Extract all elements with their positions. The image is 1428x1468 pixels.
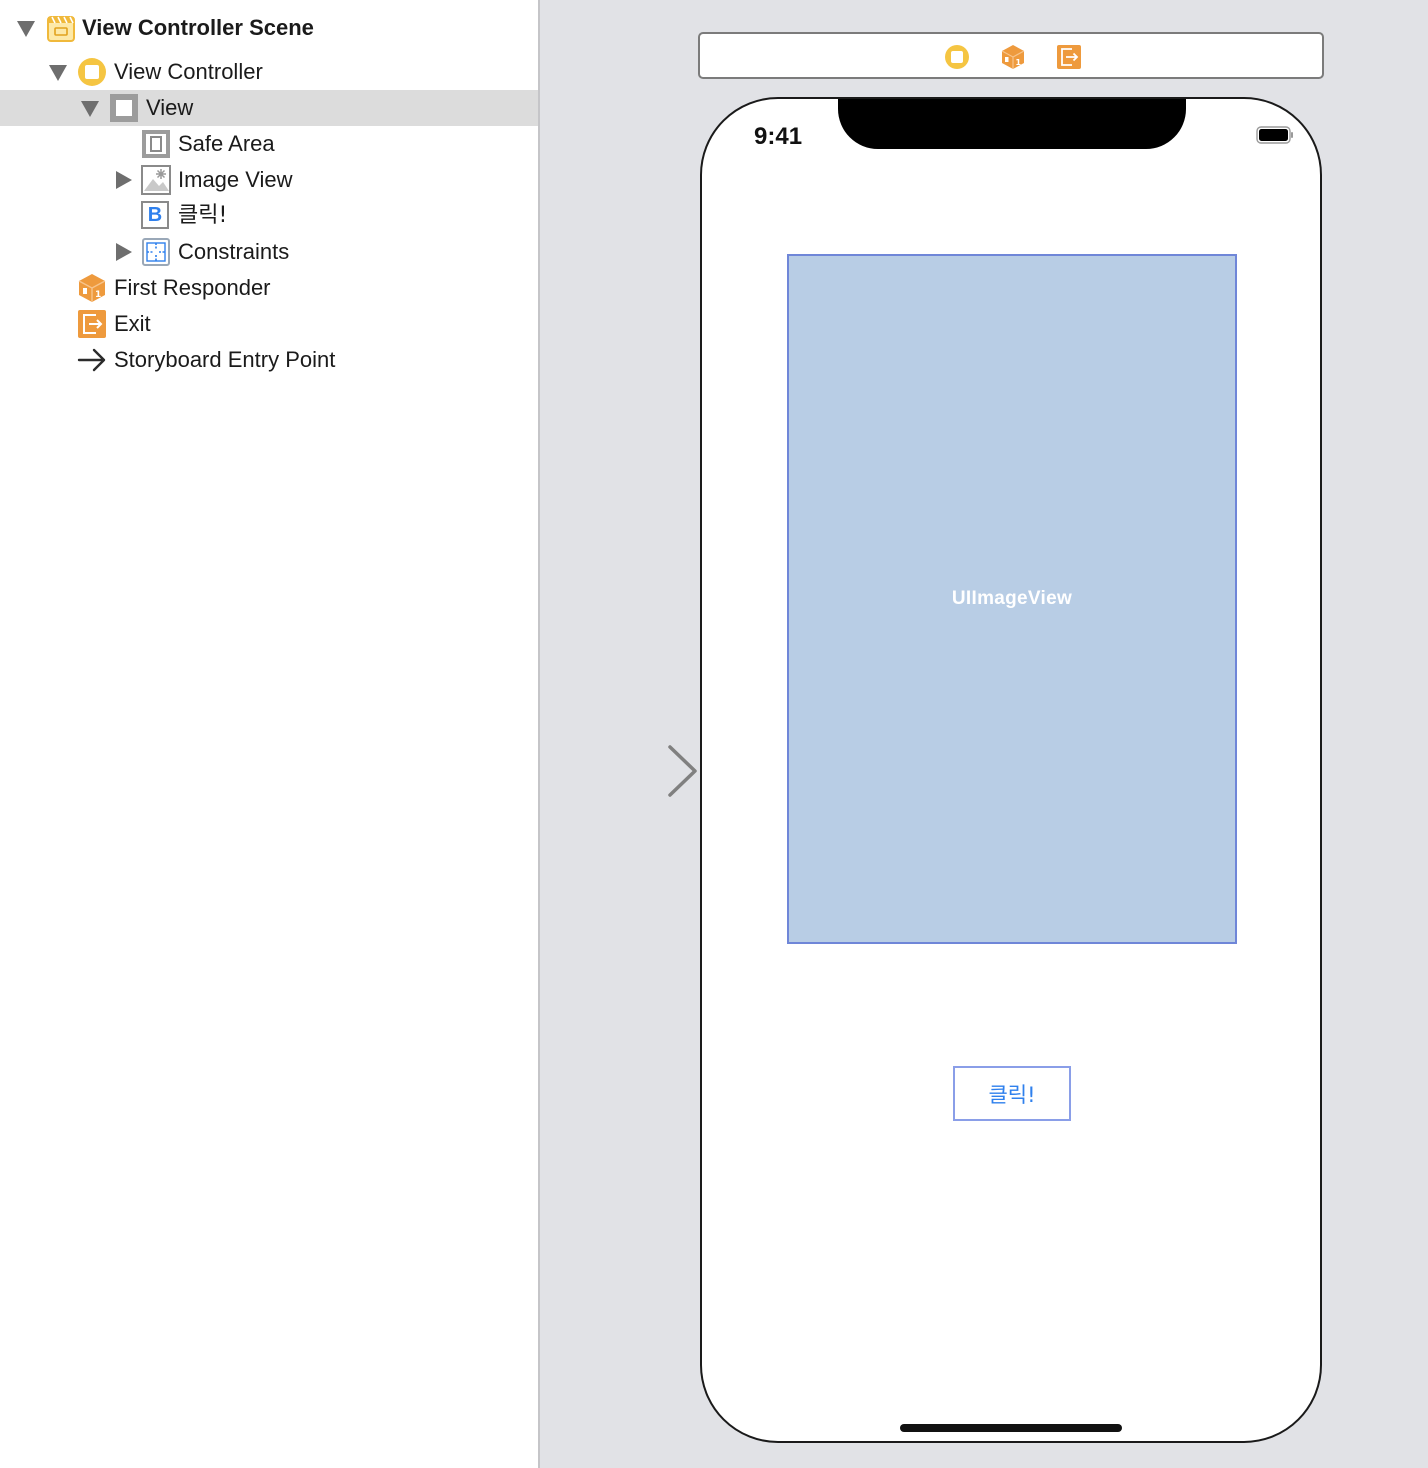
iphone-device-frame[interactable]: 9:41 UIImageView 클릭! xyxy=(700,97,1322,1443)
constraints-icon xyxy=(142,238,170,266)
scene-icon xyxy=(47,16,75,42)
outline-item-view[interactable]: View xyxy=(0,90,538,126)
outline-item-view-controller[interactable]: View Controller xyxy=(0,54,538,90)
outline-item-exit[interactable]: Exit xyxy=(0,306,538,342)
svg-text:1: 1 xyxy=(95,290,101,300)
outline-item-label: View Controller Scene xyxy=(82,15,314,40)
home-indicator xyxy=(900,1424,1122,1432)
status-bar-time: 9:41 xyxy=(754,123,803,150)
exit-icon xyxy=(78,310,106,338)
outline-item-view-controller-scene[interactable]: View Controller Scene xyxy=(0,10,538,46)
outline-item-label: 클릭! xyxy=(178,203,228,228)
outline-item-image-view[interactable]: Image View xyxy=(0,162,538,198)
outline-item-safe-area[interactable]: Safe Area xyxy=(0,126,538,162)
storyboard-entry-point-arrow[interactable] xyxy=(548,742,700,800)
disclosure-triangle-open-icon[interactable] xyxy=(49,65,67,81)
scene-dock[interactable]: 1 xyxy=(698,32,1324,79)
interface-builder-window: View Controller Scene View Controller Vi… xyxy=(0,0,1428,1468)
view-controller-icon[interactable] xyxy=(944,44,970,70)
outline-item-label: View xyxy=(146,95,194,120)
battery-icon xyxy=(1256,126,1293,144)
click-button[interactable]: 클릭! xyxy=(953,1066,1071,1121)
outline-item-label: View Controller xyxy=(114,59,263,84)
disclosure-triangle-open-icon[interactable] xyxy=(17,21,35,37)
disclosure-triangle-closed-icon[interactable] xyxy=(116,243,132,261)
outline-item-label: Exit xyxy=(114,311,151,336)
outline-item-label: Storyboard Entry Point xyxy=(114,347,336,372)
document-outline: View Controller Scene View Controller Vi… xyxy=(0,0,540,1468)
disclosure-triangle-closed-icon[interactable] xyxy=(116,171,132,189)
disclosure-triangle-open-icon[interactable] xyxy=(81,101,99,117)
first-responder-icon[interactable]: 1 xyxy=(1000,44,1026,70)
storyboard-canvas[interactable]: 1 9:41 UIImageView 클릭! xyxy=(542,0,1428,1468)
exit-icon[interactable] xyxy=(1056,44,1082,70)
outline-item-storyboard-entry-point[interactable]: Storyboard Entry Point xyxy=(0,342,538,378)
view-icon xyxy=(110,94,138,122)
svg-text:1: 1 xyxy=(1016,58,1022,67)
entry-point-arrow-icon xyxy=(77,348,106,372)
outline-item-label: Constraints xyxy=(178,239,290,264)
image-view-icon xyxy=(141,165,171,195)
image-view-placeholder[interactable]: UIImageView xyxy=(787,254,1237,944)
outline-item-first-responder[interactable]: 1 First Responder xyxy=(0,270,538,306)
view-controller-icon xyxy=(78,58,106,86)
safe-area-icon xyxy=(142,130,170,158)
outline-item-label: First Responder xyxy=(114,275,271,300)
outline-item-constraints[interactable]: Constraints xyxy=(0,234,538,270)
outline-item-button[interactable]: B 클릭! xyxy=(0,198,538,234)
first-responder-icon: 1 xyxy=(78,274,106,302)
image-view-class-label: UIImageView xyxy=(951,588,1073,609)
button-icon: B xyxy=(141,201,169,229)
device-notch xyxy=(838,99,1186,149)
outline-item-label: Image View xyxy=(178,167,293,192)
outline-item-label: Safe Area xyxy=(178,131,275,156)
